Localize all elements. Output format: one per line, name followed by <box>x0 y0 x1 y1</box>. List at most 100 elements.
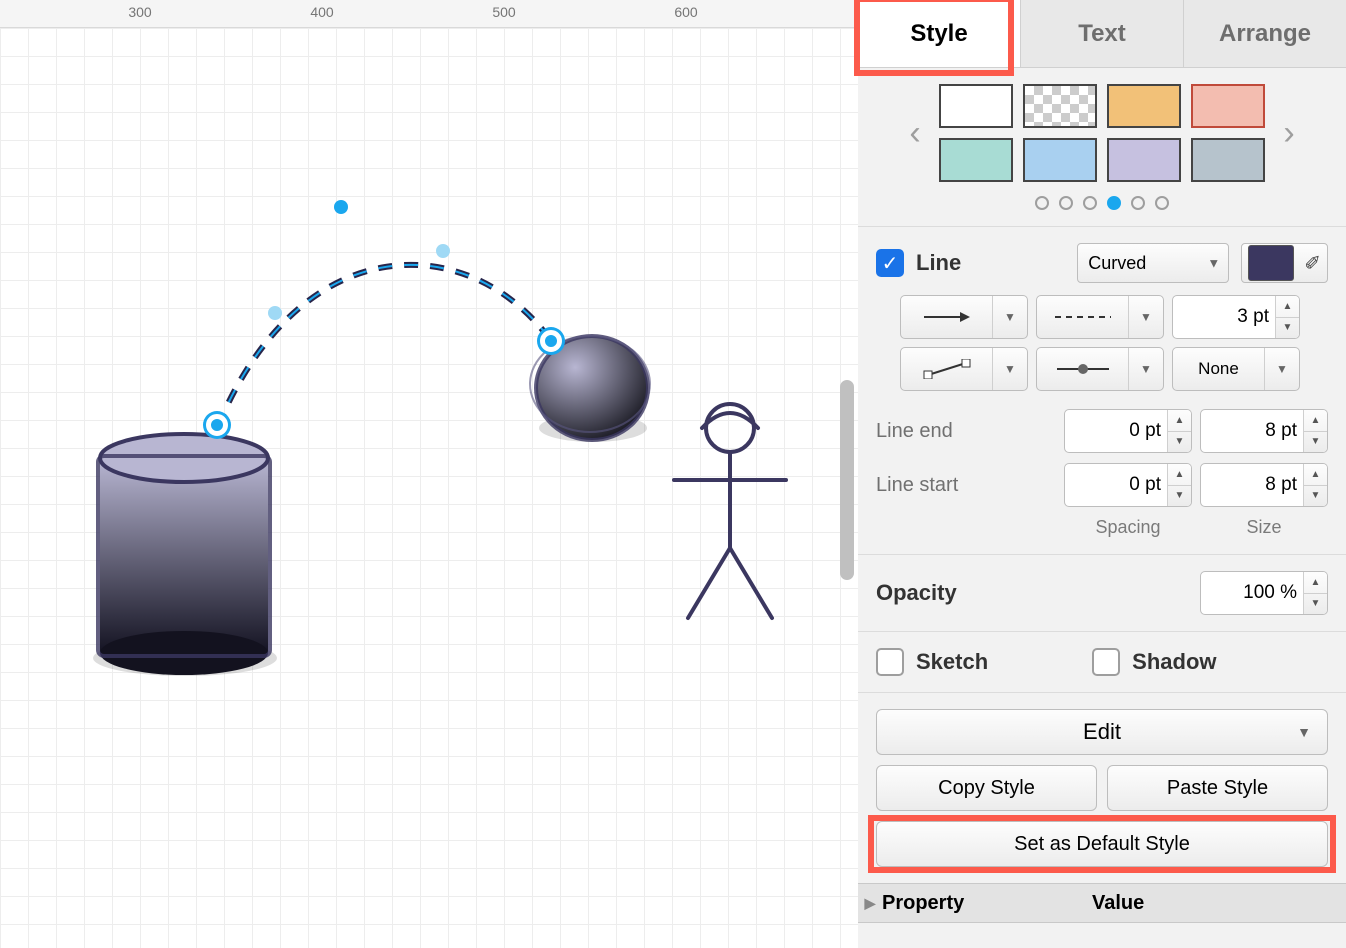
connector-line <box>218 265 552 426</box>
tab-arrange[interactable]: Arrange <box>1184 0 1346 67</box>
line-start-spacing-value: 0 pt <box>1065 474 1167 496</box>
line-width-value: 3 pt <box>1173 306 1275 328</box>
canvas[interactable]: 300 400 500 600 <box>0 0 858 948</box>
line-start-label: Line start <box>876 474 1056 497</box>
ruler-tick: 400 <box>310 4 333 20</box>
cylinder-shape <box>98 434 270 675</box>
connector-endpoint-end[interactable] <box>540 330 562 352</box>
swatch-pager <box>876 196 1328 210</box>
line-start-spacing-field[interactable]: 0 pt ▲▼ <box>1064 463 1192 507</box>
scrollbar-vertical[interactable] <box>840 380 854 580</box>
swatch-grid <box>939 84 1265 182</box>
pager-dot-active[interactable] <box>1107 196 1121 210</box>
property-column-header: Property <box>882 892 1092 915</box>
stepper[interactable]: ▲▼ <box>1275 296 1299 338</box>
line-start-size-field[interactable]: 8 pt ▲▼ <box>1200 463 1328 507</box>
line-style-select[interactable]: Curved ▼ <box>1077 243 1229 283</box>
effects-section: Sketch Shadow <box>858 631 1346 692</box>
connector-endpoint-start[interactable] <box>206 414 228 436</box>
edit-style-select[interactable]: Edit ▼ <box>876 709 1328 755</box>
waypoints-select[interactable]: None ▼ <box>1172 347 1300 391</box>
swatch[interactable] <box>939 84 1013 128</box>
stepper[interactable]: ▲▼ <box>1303 572 1327 614</box>
line-dash-select[interactable]: ▼ <box>1036 295 1164 339</box>
connection-style-select[interactable]: ▼ <box>900 347 1028 391</box>
opacity-label: Opacity <box>876 580 957 606</box>
swatch[interactable] <box>1191 84 1265 128</box>
connection-icon <box>901 348 993 390</box>
eyedropper-icon[interactable]: ✐ <box>1304 251 1321 276</box>
line-end-arrow-select[interactable]: ▼ <box>900 295 1028 339</box>
swatch-prev-icon[interactable]: ‹ <box>897 103 933 163</box>
value-column-header: Value <box>1092 892 1144 915</box>
paste-style-button[interactable]: Paste Style <box>1107 765 1328 811</box>
line-end-label: Line end <box>876 420 1056 443</box>
color-presets-section: ‹ › <box>858 68 1346 226</box>
pager-dot[interactable] <box>1083 196 1097 210</box>
shadow-checkbox[interactable] <box>1092 648 1120 676</box>
stepper[interactable]: ▲▼ <box>1167 464 1191 506</box>
pager-dot[interactable] <box>1131 196 1145 210</box>
line-end-size-field[interactable]: 8 pt ▲▼ <box>1200 409 1328 453</box>
swatch[interactable] <box>939 138 1013 182</box>
ruler-horizontal: 300 400 500 600 <box>0 0 858 28</box>
shape-layer <box>0 28 858 948</box>
line-end-spacing-value: 0 pt <box>1065 420 1167 442</box>
waypoint-style-select[interactable]: ▼ <box>1036 347 1164 391</box>
pager-dot[interactable] <box>1155 196 1169 210</box>
chevron-down-icon: ▼ <box>993 296 1027 338</box>
stepper[interactable]: ▲▼ <box>1303 464 1327 506</box>
ruler-tick: 300 <box>128 4 151 20</box>
line-color-chip[interactable] <box>1248 245 1294 281</box>
connector-midpoint-handle[interactable] <box>268 306 282 320</box>
connector-control-point[interactable] <box>334 200 348 214</box>
shadow-label: Shadow <box>1132 649 1216 675</box>
tab-style[interactable]: Style <box>858 0 1021 67</box>
chevron-down-icon: ▼ <box>1129 296 1163 338</box>
style-actions-section: Edit ▼ Copy Style Paste Style Set as Def… <box>858 692 1346 883</box>
stepper[interactable]: ▲▼ <box>1167 410 1191 452</box>
disclosure-triangle-icon[interactable]: ▶ <box>858 895 882 912</box>
chevron-down-icon: ▼ <box>1265 348 1299 390</box>
line-label: Line <box>916 250 961 276</box>
stepper[interactable]: ▲▼ <box>1303 410 1327 452</box>
waypoints-value: None <box>1173 348 1265 390</box>
edit-label: Edit <box>1083 719 1121 745</box>
line-section: ✓ Line Curved ▼ ✐ ▼ <box>858 226 1346 554</box>
line-end-size-value: 8 pt <box>1201 420 1303 442</box>
line-width-field[interactable]: 3 pt ▲▼ <box>1172 295 1300 339</box>
pager-dot[interactable] <box>1035 196 1049 210</box>
swatch-next-icon[interactable]: › <box>1271 103 1307 163</box>
set-default-style-button[interactable]: Set as Default Style <box>876 821 1328 867</box>
copy-style-button[interactable]: Copy Style <box>876 765 1097 811</box>
connector-midpoint-handle[interactable] <box>436 244 450 258</box>
size-sublabel: Size <box>1200 517 1328 538</box>
spacing-sublabel: Spacing <box>1064 517 1192 538</box>
chevron-down-icon: ▼ <box>993 348 1027 390</box>
ruler-tick: 600 <box>674 4 697 20</box>
property-table-header[interactable]: ▶ Property Value <box>858 883 1346 923</box>
panel-tabs: Style Text Arrange <box>858 0 1346 68</box>
line-start-size-value: 8 pt <box>1201 474 1303 496</box>
pager-dot[interactable] <box>1059 196 1073 210</box>
opacity-field[interactable]: 100 % ▲▼ <box>1200 571 1328 615</box>
swatch[interactable] <box>1191 138 1265 182</box>
line-end-spacing-field[interactable]: 0 pt ▲▼ <box>1064 409 1192 453</box>
swatch[interactable] <box>1023 138 1097 182</box>
swatch[interactable] <box>1107 84 1181 128</box>
swatch-none[interactable] <box>1023 84 1097 128</box>
line-checkbox[interactable]: ✓ <box>876 249 904 277</box>
chevron-down-icon: ▼ <box>1129 348 1163 390</box>
line-style-value: Curved <box>1088 253 1146 274</box>
sketch-label: Sketch <box>916 649 988 675</box>
swatch[interactable] <box>1107 138 1181 182</box>
opacity-section: Opacity 100 % ▲▼ <box>858 554 1346 631</box>
tab-text[interactable]: Text <box>1021 0 1184 67</box>
format-panel: Style Text Arrange ‹ › <box>858 0 1346 948</box>
ruler-tick: 500 <box>492 4 515 20</box>
arrow-right-icon <box>901 296 993 338</box>
stick-figure-shape <box>674 404 786 618</box>
dash-style-icon <box>1037 296 1129 338</box>
sketch-checkbox[interactable] <box>876 648 904 676</box>
opacity-value: 100 % <box>1201 582 1303 604</box>
